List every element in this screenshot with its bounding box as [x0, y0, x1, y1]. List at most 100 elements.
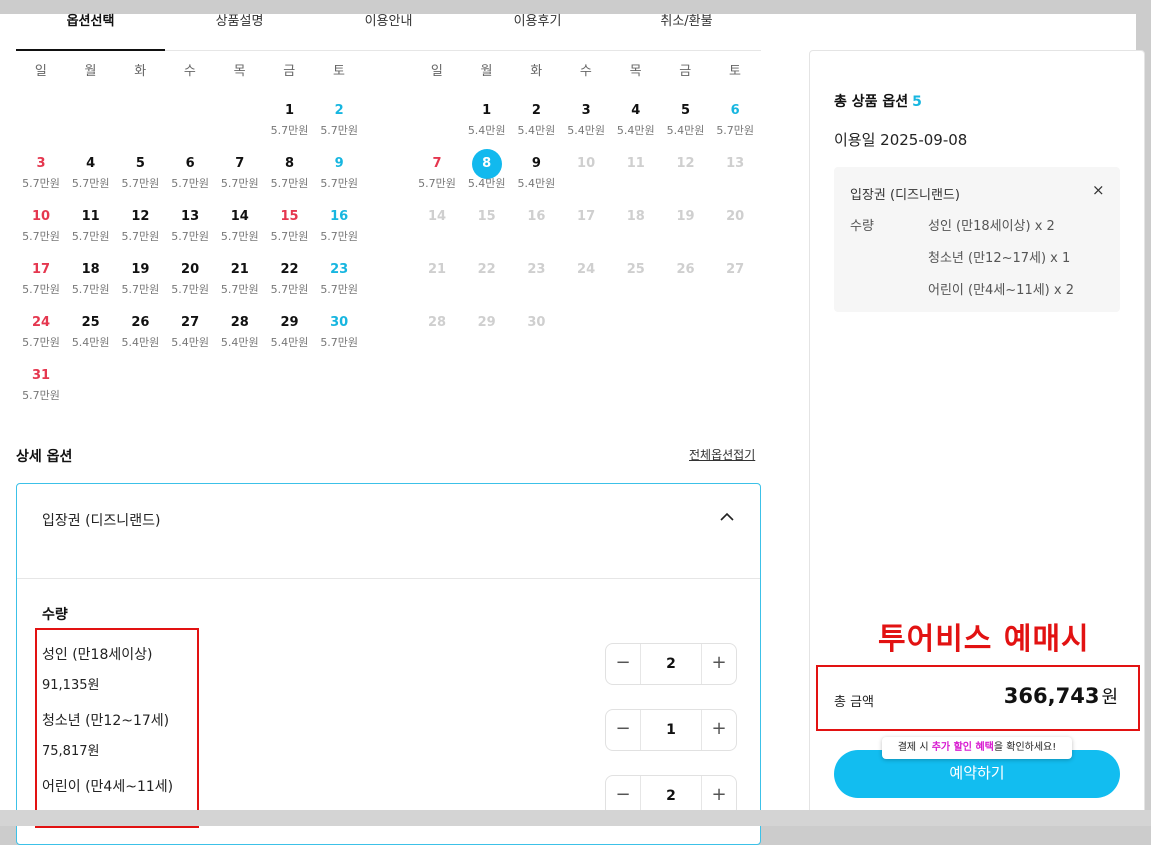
minus-button[interactable]: −: [606, 644, 640, 684]
calendar-day[interactable]: 3 5.4만원: [561, 96, 611, 149]
total-amount-label: 총 금액: [834, 695, 875, 710]
calendar-day[interactable]: 1 5.4만원: [462, 96, 512, 149]
calendar-day[interactable]: 9 5.4만원: [511, 149, 561, 202]
calendar-day[interactable]: 12 5.7만원: [115, 202, 165, 255]
total-amount-value: 366,743 원: [1004, 683, 1118, 709]
day-price: 5.4만원: [220, 336, 259, 349]
day-price: 5.4만원: [517, 124, 556, 137]
day-price: 5.7만원: [22, 389, 60, 402]
calendar-day[interactable]: 19 5.7만원: [115, 255, 165, 308]
calendar-day[interactable]: 30 5.7만원: [314, 308, 364, 361]
quantity-title: 수량: [42, 607, 68, 623]
day-price: 5.7만원: [220, 230, 259, 243]
day-number: 21: [427, 262, 447, 277]
day-number: 16: [527, 209, 546, 224]
day-price: 5.7만원: [121, 177, 160, 190]
day-price: 5.7만원: [418, 177, 456, 190]
selected-option-summary: 입장권 (디즈니랜드) × 수량 성인 (만18세이상) x 2 청소년 (만1…: [834, 167, 1120, 312]
day-number: 22: [477, 262, 496, 277]
day-price: 5.7만원: [220, 283, 259, 296]
summary-option-name: 입장권 (디즈니랜드): [850, 188, 960, 203]
calendar-day[interactable]: 14 5.7만원: [215, 202, 265, 255]
weekday-header: 일 월 화 수 목 금 토: [412, 60, 760, 80]
calendar-day[interactable]: 5 5.4만원: [661, 96, 711, 149]
calendar-day[interactable]: 21 5.7만원: [215, 255, 265, 308]
calendar-day[interactable]: 2 5.7만원: [314, 96, 364, 149]
calendar-day[interactable]: 2 5.4만원: [511, 96, 561, 149]
day-price: 5.4만원: [666, 124, 705, 137]
day-number: 10: [577, 156, 596, 171]
youth-quantity-value: 1: [640, 710, 702, 750]
calendar-day: 18: [611, 202, 661, 255]
calendar-day[interactable]: 24 5.7만원: [16, 308, 66, 361]
calendar-day[interactable]: 13 5.7만원: [165, 202, 215, 255]
close-icon[interactable]: ×: [1092, 181, 1105, 199]
bottom-gray-bar: [0, 810, 1151, 826]
collapse-all-link[interactable]: 전체옵션접기: [689, 446, 755, 463]
tab-option-select[interactable]: 옵션선택: [16, 14, 165, 51]
day-price: 5.7만원: [320, 124, 359, 137]
calendar-day[interactable]: 23 5.7만원: [314, 255, 364, 308]
calendar-day[interactable]: 8 5.7만원: [265, 149, 315, 202]
total-options-count: 5: [912, 94, 922, 110]
calendar-day: 29: [462, 308, 512, 361]
calendar-day: 10: [561, 149, 611, 202]
calendar-day[interactable]: 4 5.7만원: [66, 149, 116, 202]
plus-button[interactable]: +: [702, 644, 736, 684]
calendar-day[interactable]: 6 5.7만원: [165, 149, 215, 202]
calendar-day[interactable]: 28 5.4만원: [215, 308, 265, 361]
calendar-day[interactable]: 3 5.7만원: [16, 149, 66, 202]
calendar-day[interactable]: 29 5.4만원: [265, 308, 315, 361]
day-price: 5.7만원: [320, 177, 359, 190]
total-amount-unit: 원: [1101, 687, 1118, 708]
day-price: 5.7만원: [270, 124, 309, 137]
weekday-mon: 월: [480, 64, 493, 79]
calendar-day[interactable]: 10 5.7만원: [16, 202, 66, 255]
calendar-day[interactable]: 4 5.4만원: [611, 96, 661, 149]
calendar-day: 19: [661, 202, 711, 255]
plus-button[interactable]: +: [702, 710, 736, 750]
total-amount-box: 총 금액 366,743 원: [816, 665, 1140, 731]
adult-quantity-stepper: − 2 +: [605, 643, 737, 685]
calendar-day: 12: [661, 149, 711, 202]
tab-product-description[interactable]: 상품설명: [165, 14, 314, 50]
total-amount-number: 366,743: [1003, 684, 1100, 708]
weekday-fri: 금: [679, 64, 692, 79]
calendar-day[interactable]: 26 5.4만원: [115, 308, 165, 361]
calendar-day[interactable]: 5 5.7만원: [115, 149, 165, 202]
tab-usage-info[interactable]: 이용안내: [314, 14, 463, 50]
total-options-title: 총 상품 옵션 5: [834, 91, 922, 111]
calendar-day[interactable]: 25 5.4만원: [66, 308, 116, 361]
calendar-day[interactable]: 11 5.7만원: [66, 202, 116, 255]
calendar-day[interactable]: 7 5.7만원: [215, 149, 265, 202]
day-price: 5.7만원: [71, 177, 110, 190]
calendar-day[interactable]: 27 5.4만원: [165, 308, 215, 361]
day-price: 5.4만원: [121, 336, 160, 349]
chevron-up-icon[interactable]: [718, 508, 736, 526]
day-price: 5.7만원: [121, 283, 160, 296]
day-price: 5.7만원: [270, 177, 309, 190]
calendar-day[interactable]: 20 5.7만원: [165, 255, 215, 308]
calendar-left: 일 월 화 수 목 금 토 1 5.7만원 2 5.7만원 3 5.7만원 4 5.7만원 5 5…: [16, 60, 364, 420]
calendar-day[interactable]: 9 5.7만원: [314, 149, 364, 202]
day-number: 25: [626, 262, 645, 277]
day-price: 5.4만원: [467, 177, 506, 190]
weekday-sun: 일: [34, 64, 47, 79]
day-number: 23: [527, 262, 546, 277]
calendar-day[interactable]: 22 5.7만원: [265, 255, 315, 308]
calendar-day[interactable]: 6 5.7만원: [710, 96, 760, 149]
day-price: 5.7만원: [22, 230, 60, 243]
calendar-day[interactable]: 17 5.7만원: [16, 255, 66, 308]
tab-reviews[interactable]: 이용후기: [463, 14, 612, 50]
calendar-day-selected[interactable]: 8 5.4만원: [462, 149, 512, 202]
calendar-day[interactable]: 16 5.7만원: [314, 202, 364, 255]
calendar-day[interactable]: 18 5.7만원: [66, 255, 116, 308]
tab-bar: 옵션선택 상품설명 이용안내 이용후기 취소/환불: [16, 14, 761, 51]
minus-button[interactable]: −: [606, 710, 640, 750]
tab-cancel-refund[interactable]: 취소/환불: [612, 14, 761, 50]
calendar-day[interactable]: 1 5.7만원: [265, 96, 315, 149]
calendar-day[interactable]: 31 5.7만원: [16, 361, 66, 414]
calendar-day[interactable]: 7 5.7만원: [412, 149, 462, 202]
day-number: 17: [577, 209, 596, 224]
calendar-day[interactable]: 15 5.7만원: [265, 202, 315, 255]
